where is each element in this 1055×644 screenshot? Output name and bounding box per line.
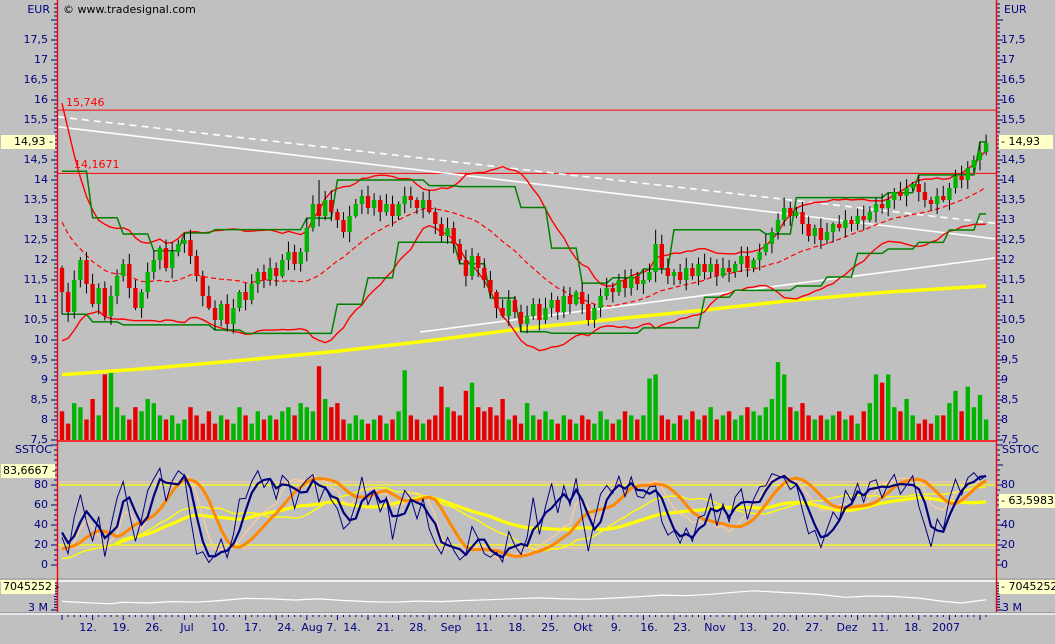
price-tick-label-left: 14,5 bbox=[2, 153, 48, 166]
sstoc-panel bbox=[58, 468, 996, 562]
date-tick-label: 2007 bbox=[922, 621, 970, 634]
yellow-ma-line bbox=[62, 286, 986, 375]
price-tick-label-left: 9 bbox=[2, 373, 48, 386]
price-tick-label-left: 17 bbox=[2, 53, 48, 66]
price-tick-label-right: 9,5 bbox=[1001, 353, 1053, 366]
sstoc-value-badge-left: 83,6667 bbox=[1, 464, 55, 478]
price-tick-label-left: 11 bbox=[2, 293, 48, 306]
sstoc-tick-label-right: 80 bbox=[1001, 478, 1053, 491]
watermark: © www.tradesignal.com bbox=[63, 3, 196, 16]
price-tick-label-left: 9,5 bbox=[2, 353, 48, 366]
volume-axis-scale-left: 3 M bbox=[4, 601, 48, 614]
current-price-badge-right: 14,93 bbox=[999, 135, 1053, 149]
volume-ma-panel bbox=[62, 591, 986, 604]
support-level-label: 14,1671 bbox=[74, 158, 120, 171]
chart-svg bbox=[0, 0, 1055, 644]
sstoc-panel-title-right: SSTOC bbox=[1002, 443, 1039, 456]
sstoc-tick-label-right: 40 bbox=[1001, 518, 1053, 531]
price-tick-label-right: 11,5 bbox=[1001, 273, 1053, 286]
price-tick-label-left: 10 bbox=[2, 333, 48, 346]
volume-axis-scale-right: 3 M bbox=[1002, 601, 1022, 614]
price-tick-label-left: 11,5 bbox=[2, 273, 48, 286]
price-tick-label-left: 13 bbox=[2, 213, 48, 226]
price-tick-label-right: 16 bbox=[1001, 93, 1053, 106]
resistance-level-label: 15,746 bbox=[66, 96, 105, 109]
sstoc-tick-label-left: 60 bbox=[2, 498, 48, 511]
volume-bars bbox=[60, 362, 989, 440]
price-axis-currency-left: EUR bbox=[18, 3, 50, 16]
price-tick-label-right: 12 bbox=[1001, 253, 1053, 266]
trendlines bbox=[58, 117, 995, 332]
price-tick-label-right: 15,5 bbox=[1001, 113, 1053, 126]
sstoc-tick-label-left: 20 bbox=[2, 538, 48, 551]
current-price-badge-left: 14,93 bbox=[1, 135, 55, 149]
price-tick-label-left: 12,5 bbox=[2, 233, 48, 246]
price-tick-label-left: 16,5 bbox=[2, 73, 48, 86]
sstoc-tick-label-left: 0 bbox=[2, 558, 48, 571]
price-tick-label-right: 13 bbox=[1001, 213, 1053, 226]
price-tick-label-right: 10 bbox=[1001, 333, 1053, 346]
price-tick-label-left: 17,5 bbox=[2, 33, 48, 46]
price-tick-label-right: 9 bbox=[1001, 373, 1053, 386]
price-tick-label-right: 8,5 bbox=[1001, 393, 1053, 406]
sstoc-tick-label-left: 40 bbox=[2, 518, 48, 531]
price-axis-currency-right: EUR bbox=[1004, 3, 1027, 16]
sstoc-value-badge-right: 63,5983 bbox=[999, 494, 1055, 508]
sstoc-panel-title-left: SSTOC bbox=[4, 443, 52, 456]
price-tick-label-left: 15,5 bbox=[2, 113, 48, 126]
price-tick-label-right: 14 bbox=[1001, 173, 1053, 186]
price-tick-label-left: 10,5 bbox=[2, 313, 48, 326]
price-tick-label-left: 16 bbox=[2, 93, 48, 106]
price-tick-label-left: 13,5 bbox=[2, 193, 48, 206]
price-tick-label-right: 10,5 bbox=[1001, 313, 1053, 326]
price-tick-label-left: 14 bbox=[2, 173, 48, 186]
candlesticks bbox=[60, 135, 989, 334]
price-tick-label-right: 17,5 bbox=[1001, 33, 1053, 46]
volume-value-badge-right: 7045252 bbox=[999, 580, 1055, 594]
sstoc-tick-label-right: 20 bbox=[1001, 538, 1053, 551]
price-tick-label-left: 12 bbox=[2, 253, 48, 266]
green-channel-lines bbox=[62, 142, 986, 334]
price-level-lines bbox=[58, 110, 996, 173]
price-tick-label-left: 8 bbox=[2, 413, 48, 426]
sstoc-tick-label-left: 80 bbox=[2, 478, 48, 491]
price-tick-label-right: 12,5 bbox=[1001, 233, 1053, 246]
price-tick-label-right: 14,5 bbox=[1001, 153, 1053, 166]
sstoc-tick-label-right: 0 bbox=[1001, 558, 1053, 571]
price-tick-label-right: 17 bbox=[1001, 53, 1053, 66]
price-tick-label-right: 13,5 bbox=[1001, 193, 1053, 206]
price-tick-label-right: 16,5 bbox=[1001, 73, 1053, 86]
price-tick-label-right: 8 bbox=[1001, 413, 1053, 426]
price-tick-label-right: 11 bbox=[1001, 293, 1053, 306]
volume-value-badge-left: 7045252 bbox=[1, 580, 55, 594]
price-tick-label-left: 8,5 bbox=[2, 393, 48, 406]
trading-chart-window: 17,517,5171716,516,5161615,515,5151514,5… bbox=[0, 0, 1055, 644]
